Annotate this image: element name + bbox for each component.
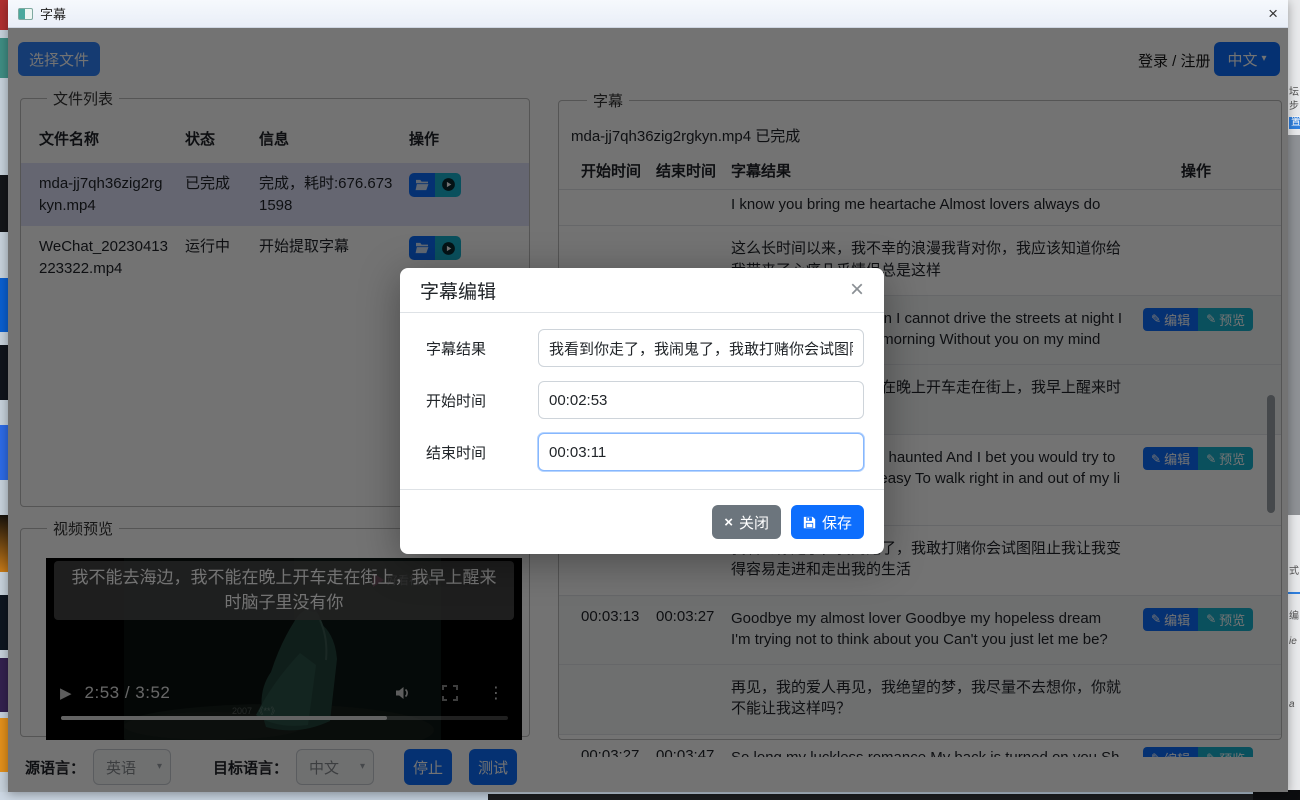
start-time-input[interactable] xyxy=(538,381,864,419)
background-text: 坛 xyxy=(1289,88,1299,98)
app-icon xyxy=(18,8,33,20)
desktop: { "window": { "title": "字幕", "close_glyp… xyxy=(0,0,1300,800)
modal-footer: × 关闭 保存 xyxy=(400,489,884,554)
start-time-label: 开始时间 xyxy=(426,390,538,411)
modal-title: 字幕编辑 xyxy=(420,277,496,304)
modal-save-button[interactable]: 保存 xyxy=(791,505,864,539)
background-window-strip: 坛 步 置 式 编 ie a xyxy=(1288,0,1300,792)
end-time-label: 结束时间 xyxy=(426,442,538,463)
subtitle-edit-modal: 字幕编辑 × 字幕结果 开始时间 结束时间 × xyxy=(400,268,884,554)
subtitle-result-input[interactable] xyxy=(538,329,864,367)
close-icon: × xyxy=(724,514,733,531)
taskbar-strip xyxy=(488,794,1253,800)
background-text: 式 xyxy=(1289,567,1299,577)
background-text: ie xyxy=(1289,637,1297,647)
background-text: 置 xyxy=(1289,117,1300,129)
modal-header: 字幕编辑 × xyxy=(400,268,884,313)
background-text: a xyxy=(1289,700,1295,710)
desktop-icons-strip xyxy=(0,0,8,800)
end-time-input[interactable] xyxy=(538,433,864,471)
app-window: 字幕 × 选择文件 登录 / 注册 中文 ▾ 文件列表 文件名称 状态 信息 操… xyxy=(8,0,1288,792)
subtitle-result-label: 字幕结果 xyxy=(426,338,538,359)
window-title: 字幕 xyxy=(40,4,66,23)
background-text: 编 xyxy=(1289,612,1299,622)
close-icon[interactable]: × xyxy=(850,278,864,302)
modal-body: 字幕结果 开始时间 结束时间 xyxy=(400,313,884,489)
background-text: 步 xyxy=(1289,102,1299,112)
modal-close-button[interactable]: × 关闭 xyxy=(712,505,781,539)
save-icon xyxy=(803,516,816,529)
window-close-icon[interactable]: × xyxy=(1268,5,1278,22)
window-titlebar: 字幕 × xyxy=(8,0,1288,28)
